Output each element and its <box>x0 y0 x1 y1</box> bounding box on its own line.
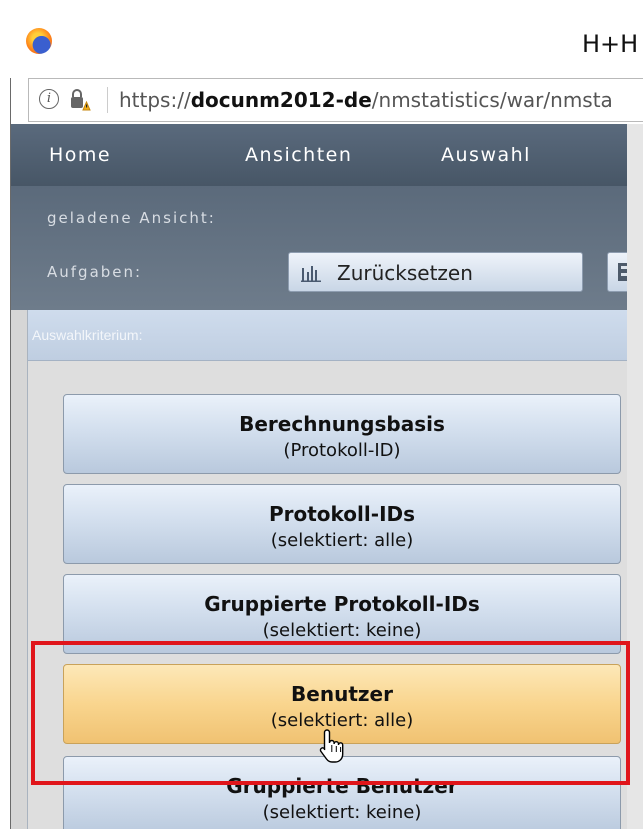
save-view-button[interactable] <box>607 252 627 292</box>
info-icon[interactable]: i <box>39 89 59 109</box>
window-title: H+H N <box>582 30 643 58</box>
criteria-header-label: Auswahlkriterium: <box>32 327 143 343</box>
main-navbar: Home Ansichten Auswahl <box>11 124 627 186</box>
loaded-view-label: geladene Ansicht: <box>47 209 216 227</box>
criteria-panel-header: Auswahlkriterium: <box>28 310 627 361</box>
url-text[interactable]: https://docunm2012-de/nmstatistics/war/n… <box>119 88 613 112</box>
criteria-subtitle: (selektiert: alle) <box>270 530 414 551</box>
address-bar[interactable]: i https://docunm2012-de/nmstatistics/war… <box>28 78 643 122</box>
toolbar: geladene Ansicht: Aufgaben: Zurücksetzen <box>11 186 627 310</box>
url-domain: docunm2012-de <box>190 88 372 112</box>
criteria-title: Berechnungsbasis <box>239 412 445 436</box>
reset-button-label: Zurücksetzen <box>337 261 473 285</box>
criteria-subtitle: (selektiert: keine) <box>262 620 422 641</box>
nav-item-auswahl[interactable]: Auswahl <box>441 144 531 166</box>
criteria-subtitle: (Protokoll-ID) <box>283 440 401 461</box>
save-icon <box>618 263 627 281</box>
insecure-lock-icon[interactable] <box>69 88 91 112</box>
nav-item-home[interactable]: Home <box>49 144 111 166</box>
criteria-subtitle: (selektiert: keine) <box>262 802 422 823</box>
bar-chart-icon <box>301 266 321 282</box>
browser-titlebar: H+H N <box>0 0 643 78</box>
criteria-title: Protokoll-IDs <box>268 502 416 526</box>
reset-button[interactable]: Zurücksetzen <box>288 252 583 292</box>
criteria-button-protokoll-ids[interactable]: Protokoll-IDs (selektiert: alle) <box>63 484 621 564</box>
criteria-button-berechnungsbasis[interactable]: Berechnungsbasis (Protokoll-ID) <box>63 394 621 474</box>
firefox-logo-icon <box>26 28 52 54</box>
tasks-label: Aufgaben: <box>47 263 143 281</box>
hand-pointer-icon <box>319 729 344 763</box>
nav-item-ansichten[interactable]: Ansichten <box>245 144 352 166</box>
criteria-title: Gruppierte Protokoll-IDs <box>204 592 480 616</box>
address-separator <box>107 87 108 113</box>
